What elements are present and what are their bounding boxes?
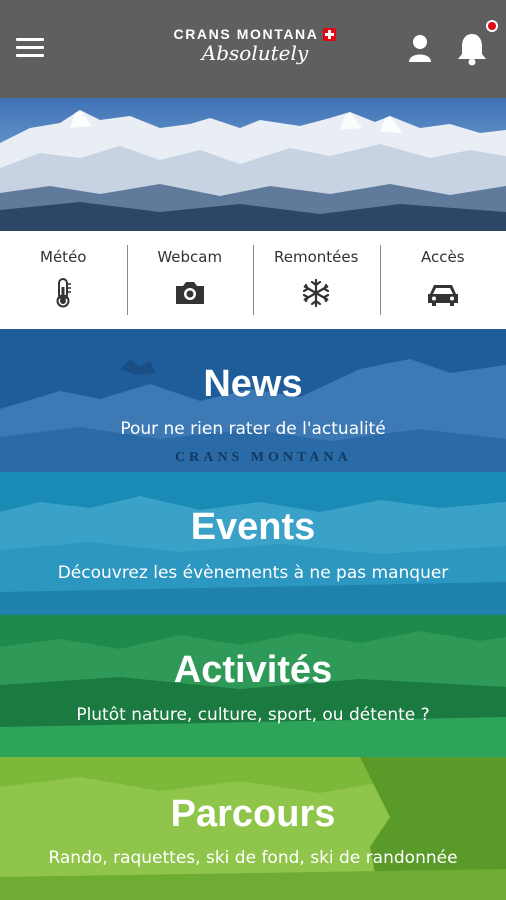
quick-acces[interactable]: Accès (379, 231, 506, 329)
quick-webcam[interactable]: Webcam (126, 231, 254, 329)
quick-remontees[interactable]: Remontées (253, 231, 380, 329)
logo-title: CRANS MONTANA (173, 26, 319, 42)
tile-activites-title: Activités (173, 649, 333, 691)
quick-meteo-label: Météo (40, 248, 87, 266)
notification-badge (486, 20, 498, 32)
tile-news[interactable]: News Pour ne rien rater de l'actualité C… (0, 329, 506, 472)
app-header: CRANS MONTANA Absolutely (0, 0, 506, 98)
tile-news-subtitle: Pour ne rien rater de l'actualité (120, 419, 386, 439)
tile-events[interactable]: Events Découvrez les évènements à ne pas… (0, 472, 506, 615)
quick-webcam-label: Webcam (157, 248, 223, 266)
snowflake-icon (303, 278, 330, 308)
swiss-flag-icon (323, 27, 337, 41)
quick-access-bar: Météo Webcam Remontées Accès (0, 231, 506, 329)
tile-activites[interactable]: Activités Plutôt nature, culture, sport,… (0, 615, 506, 757)
thermometer-icon (56, 278, 72, 308)
car-icon (427, 285, 458, 306)
tile-events-subtitle: Découvrez les évènements à ne pas manque… (57, 563, 449, 583)
bell-icon (458, 34, 486, 66)
user-icon[interactable] (408, 34, 432, 64)
tile-parcours-title: Parcours (170, 793, 336, 835)
banner-text: CRANS MONTANA (175, 450, 352, 465)
camera-icon (175, 282, 204, 304)
tile-parcours-subtitle: Rando, raquettes, ski de fond, ski de ra… (48, 848, 458, 868)
tile-events-title: Events (190, 506, 316, 548)
quick-acces-label: Accès (420, 248, 465, 266)
hero-mountain-image (0, 98, 506, 231)
quick-remontees-label: Remontées (274, 248, 359, 266)
tile-activites-subtitle: Plutôt nature, culture, sport, ou détent… (76, 705, 430, 725)
logo-tagline: Absolutely (201, 41, 309, 65)
notifications-button[interactable] (456, 20, 498, 66)
hamburger-icon[interactable] (16, 38, 44, 62)
logo[interactable]: CRANS MONTANA Absolutely (165, 26, 345, 74)
tile-news-title: News (203, 363, 303, 405)
tile-parcours[interactable]: Parcours Rando, raquettes, ski de fond, … (0, 757, 506, 900)
quick-meteo[interactable]: Météo (0, 231, 127, 329)
